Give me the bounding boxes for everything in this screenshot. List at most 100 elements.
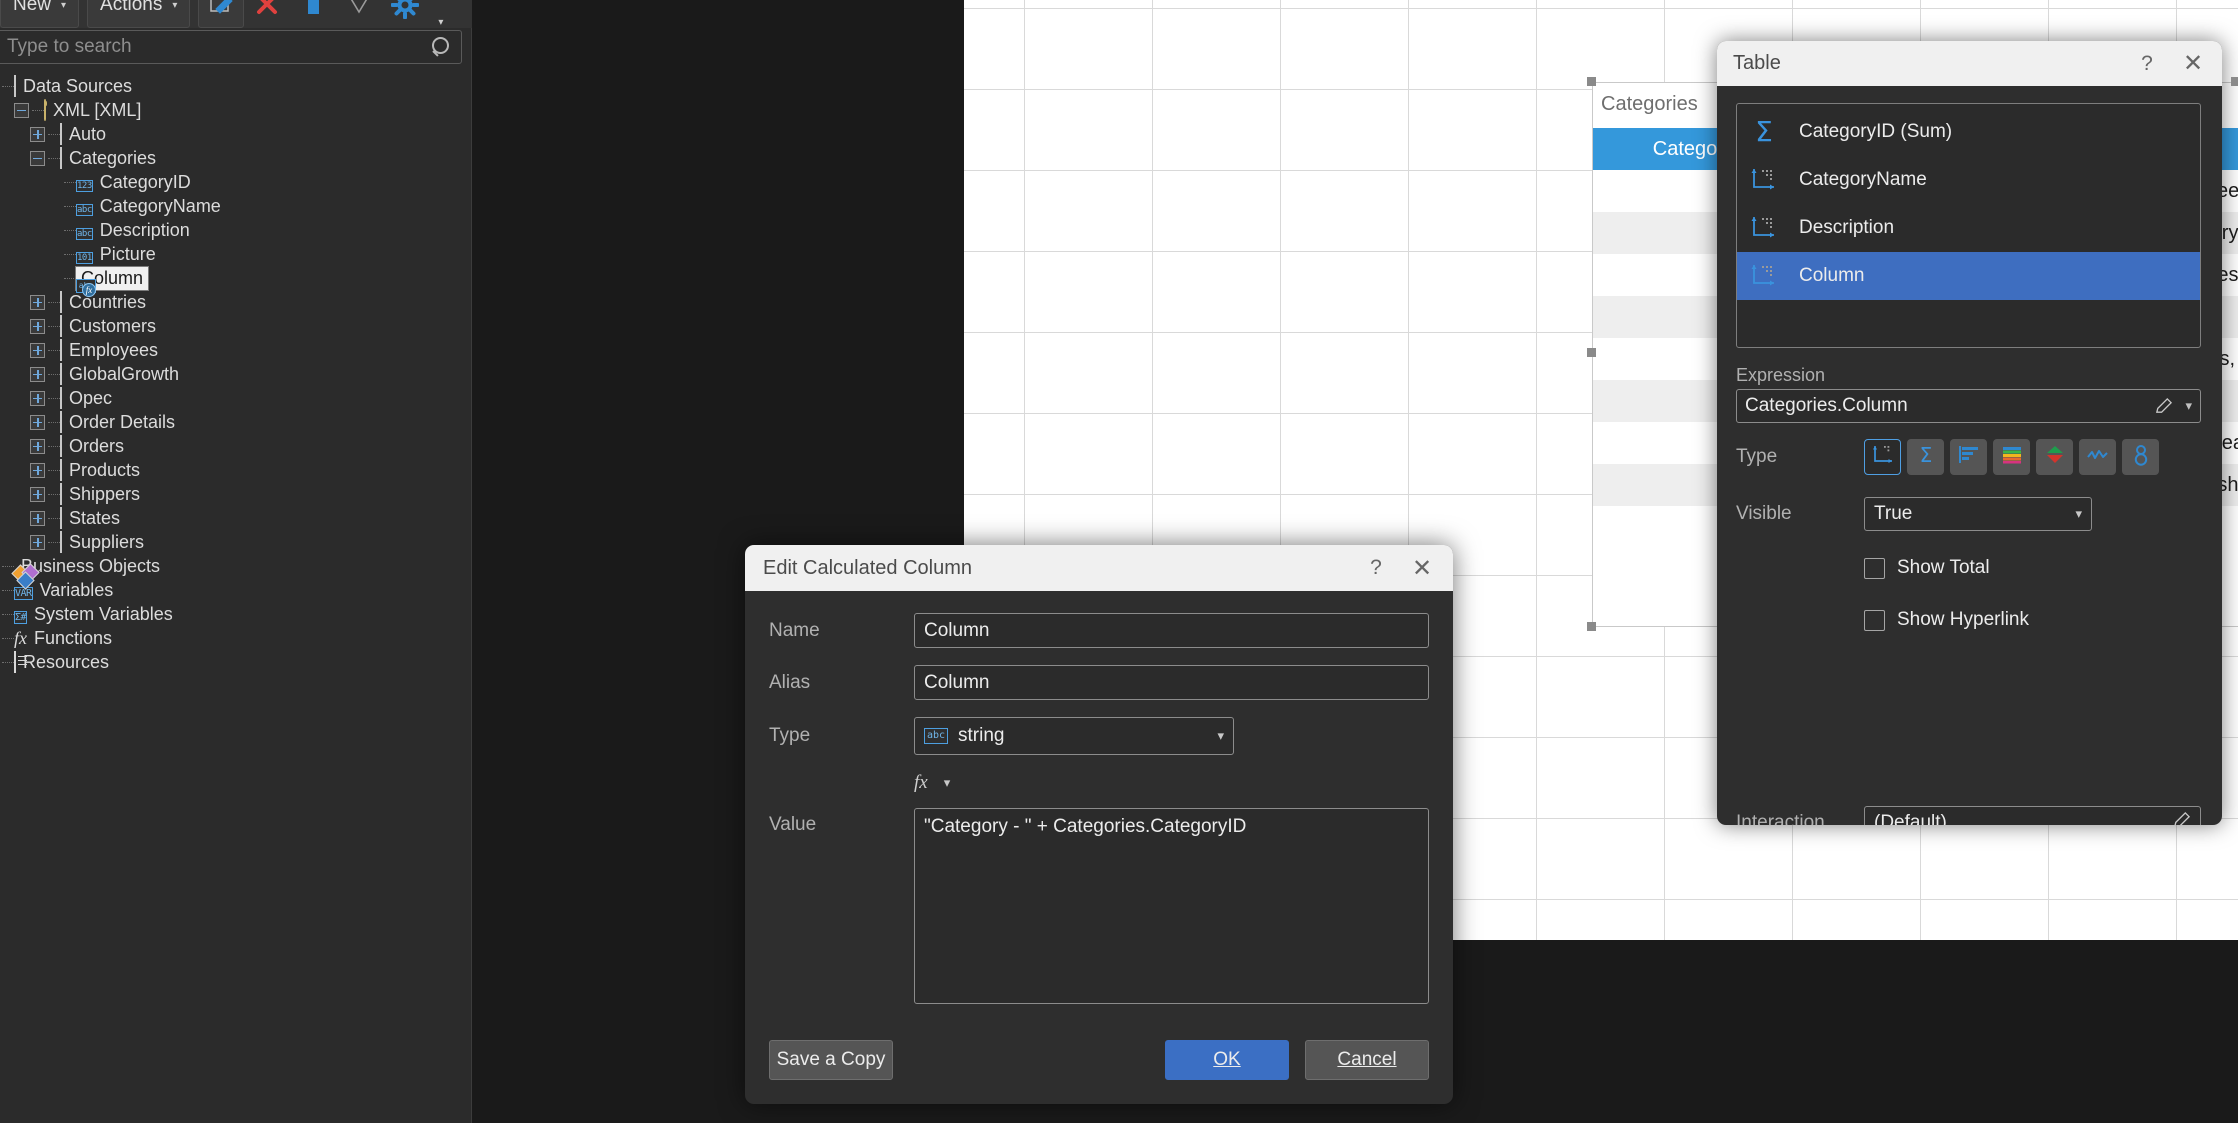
resize-handle-middle-left[interactable] <box>1587 348 1596 357</box>
expand-plus-icon[interactable] <box>30 534 45 550</box>
tree-field-description[interactable]: abc Description <box>0 218 472 242</box>
copy-icon[interactable] <box>290 0 336 28</box>
dialog-titlebar[interactable]: Edit Calculated Column ? ✕ <box>745 545 1453 591</box>
expand-plus-icon[interactable] <box>30 510 45 526</box>
chevron-down-icon[interactable]: ▾ <box>1217 728 1224 744</box>
expand-plus-icon[interactable] <box>30 294 45 310</box>
save-a-copy-button[interactable]: Save a Copy <box>769 1040 893 1080</box>
data-sources-tree[interactable]: Data Sources XML [XML] Auto Categories 123 Ca… <box>0 72 472 1123</box>
show-hyperlink-row[interactable]: Show Hyperlink <box>1864 609 2029 631</box>
actions-button[interactable]: Actions ▾ <box>87 0 191 28</box>
fx-toggle-row[interactable]: fx ▾ <box>914 772 1429 794</box>
chevron-down-icon[interactable]: ▾ <box>2185 398 2192 414</box>
show-total-row[interactable]: Show Total <box>1864 557 1990 579</box>
expand-plus-icon[interactable] <box>30 414 45 430</box>
chevron-down-icon[interactable]: ▾ <box>944 775 951 791</box>
expand-plus-icon[interactable] <box>30 126 45 142</box>
tree-table-orders[interactable]: Orders <box>0 434 472 458</box>
help-icon[interactable]: ? <box>1353 545 1399 591</box>
type-button-sparkline[interactable] <box>2079 439 2116 475</box>
filter-icon[interactable] <box>336 0 382 28</box>
edit-pencil-icon[interactable] <box>2154 397 2173 416</box>
expand-plus-icon[interactable] <box>30 438 45 454</box>
show-total-checkbox[interactable] <box>1864 557 1885 579</box>
resize-handle-bottom-left[interactable] <box>1587 622 1596 631</box>
collapse-minus-icon[interactable] <box>14 102 29 118</box>
ok-button[interactable]: OK <box>1165 1040 1289 1080</box>
tree-table-auto[interactable]: Auto <box>0 122 472 146</box>
type-button-bar-chart[interactable] <box>1950 439 1987 475</box>
expand-plus-icon[interactable] <box>30 462 45 478</box>
panel-field-item[interactable]: Σ CategoryID (Sum) <box>1737 108 2200 156</box>
resize-handle-top-center[interactable] <box>2231 77 2238 86</box>
show-hyperlink-checkbox[interactable] <box>1864 609 1885 631</box>
expression-input[interactable]: Categories.Column ▾ <box>1736 389 2201 423</box>
edit-calculated-column-dialog[interactable]: Edit Calculated Column ? ✕ Name Column A… <box>745 545 1453 1104</box>
interaction-input[interactable]: (Default) <box>1864 806 2201 825</box>
panel-field-item[interactable]: CategoryName <box>1737 156 2200 204</box>
tree-table-countries[interactable]: Countries <box>0 290 472 314</box>
edit-pencil-icon[interactable] <box>2172 811 2191 826</box>
tree-node-resources[interactable]: Resources <box>0 650 472 674</box>
settings-gear-icon[interactable] <box>382 0 428 28</box>
expand-plus-icon[interactable] <box>30 486 45 502</box>
tree-node-variables[interactable]: VAR Variables <box>0 578 472 602</box>
expand-plus-icon[interactable] <box>30 342 45 358</box>
search-input[interactable]: Type to search <box>0 30 462 64</box>
search-icon[interactable] <box>431 37 451 57</box>
panel-field-list[interactable]: Σ CategoryID (Sum) CategoryName Description… <box>1736 103 2201 348</box>
chevron-down-icon[interactable]: ▾ <box>2075 506 2082 522</box>
chevron-down-icon[interactable]: ▾ <box>172 0 177 11</box>
tree-node-system-variables[interactable]: Σ# System Variables <box>0 602 472 626</box>
close-icon[interactable]: ✕ <box>1399 545 1445 591</box>
tree-table-products[interactable]: Products <box>0 458 472 482</box>
type-button-group[interactable]: Σ <box>1864 439 2159 475</box>
panel-field-item[interactable]: Description <box>1737 204 2200 252</box>
help-icon[interactable]: ? <box>2124 41 2170 87</box>
expand-plus-icon[interactable] <box>30 318 45 334</box>
tree-field-categoryname[interactable]: abc CategoryName <box>0 194 472 218</box>
visible-select[interactable]: True ▾ <box>1864 497 2092 531</box>
tree-table-opec[interactable]: Opec <box>0 386 472 410</box>
tree-table-customers[interactable]: Customers <box>0 314 472 338</box>
expand-plus-icon[interactable] <box>30 366 45 382</box>
type-button-person[interactable] <box>2122 439 2159 475</box>
table-properties-panel[interactable]: Table ? ✕ Σ CategoryID (Sum) CategoryName D… <box>1717 41 2222 825</box>
type-select[interactable]: abc string ▾ <box>914 717 1234 755</box>
name-input[interactable]: Column <box>914 613 1429 648</box>
edit-pen-icon[interactable] <box>198 0 245 28</box>
tree-node-functions[interactable]: fx Functions <box>0 626 472 650</box>
tree-table-employees[interactable]: Employees <box>0 338 472 362</box>
tree-root-data-sources[interactable]: Data Sources <box>0 74 472 98</box>
alias-input[interactable]: Column <box>914 665 1429 700</box>
panel-field-item[interactable]: Column <box>1737 252 2200 300</box>
type-button-sum-sigma[interactable]: Σ <box>1907 439 1944 475</box>
close-icon[interactable]: ✕ <box>2170 41 2216 87</box>
tree-table-order-details[interactable]: Order Details <box>0 410 472 434</box>
type-button-indicator-arrows[interactable] <box>2036 439 2073 475</box>
tree-node-xml-datasource[interactable]: XML [XML] <box>0 98 472 122</box>
panel-titlebar[interactable]: Table ? ✕ <box>1717 41 2222 86</box>
new-button[interactable]: New ▾ <box>0 0 80 28</box>
resize-handle-top-left[interactable] <box>1587 77 1596 86</box>
tree-table-states[interactable]: States <box>0 506 472 530</box>
tree-table-suppliers[interactable]: Suppliers <box>0 530 472 554</box>
search-container[interactable]: Type to search <box>0 30 462 64</box>
chevron-down-icon[interactable]: ▾ <box>61 0 66 11</box>
value-expression-textarea[interactable]: "Category - " + Categories.CategoryID <box>914 808 1429 1004</box>
tree-field-column[interactable]: abcfxColumn <box>0 265 472 297</box>
functions-fx-icon[interactable]: fx <box>914 772 928 794</box>
collapse-minus-icon[interactable] <box>30 150 45 166</box>
cancel-button[interactable]: Cancel <box>1305 1040 1429 1080</box>
expand-plus-icon[interactable] <box>30 390 45 406</box>
tree-field-categoryid[interactable]: 123 CategoryID <box>0 170 472 194</box>
tree-field-picture[interactable]: 101 Picture <box>0 242 472 266</box>
delete-x-icon[interactable] <box>244 0 290 28</box>
tree-table-shippers[interactable]: Shippers <box>0 482 472 506</box>
type-button-color-bands[interactable] <box>1993 439 2030 475</box>
chevron-down-icon[interactable]: ▾ <box>438 17 443 28</box>
tree-node-business-objects[interactable]: Business Objects <box>0 554 472 590</box>
type-button-axis-category[interactable] <box>1864 439 1901 475</box>
tree-table-categories[interactable]: Categories <box>0 146 472 170</box>
tree-table-globalgrowth[interactable]: GlobalGrowth <box>0 362 472 386</box>
